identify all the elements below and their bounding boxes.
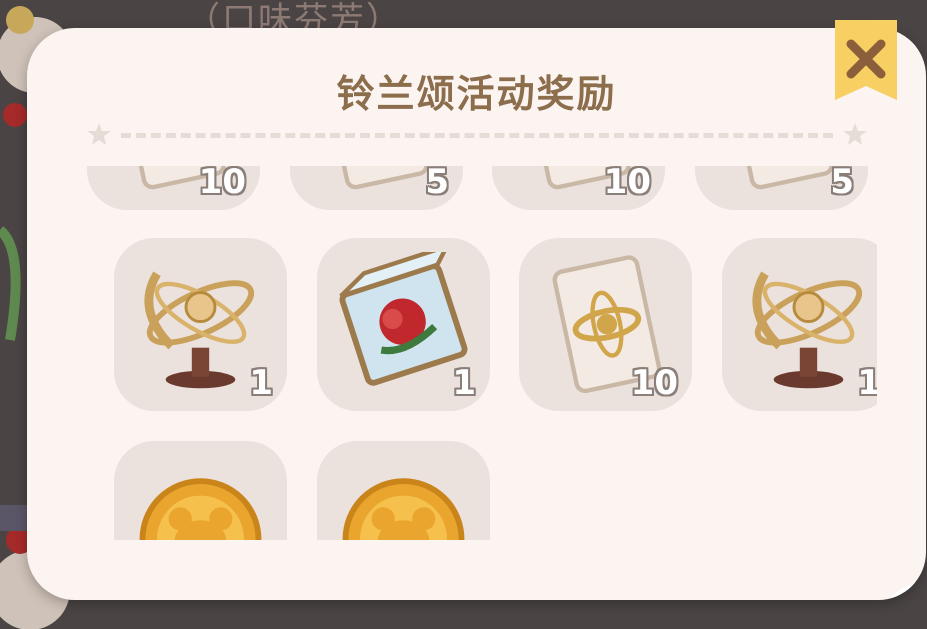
reward-count: 5 [830, 166, 854, 202]
reward-grid[interactable]: 10 5 10 5 1 1 10 1 [87, 166, 877, 540]
bear-coin-icon [139, 478, 262, 540]
reward-tile[interactable]: 10 [519, 238, 692, 411]
close-button[interactable] [835, 20, 897, 100]
star-icon [843, 123, 867, 145]
background-plant-icon [0, 226, 21, 341]
title-divider [87, 123, 867, 145]
star-icon [87, 123, 111, 145]
reward-tile[interactable] [114, 441, 287, 540]
reward-dialog: 铃兰颂活动奖励 10 5 10 5 1 1 10 1 [27, 28, 926, 600]
reward-tile[interactable]: 5 [290, 166, 463, 210]
reward-count: 1 [857, 363, 877, 403]
reward-tile[interactable]: 1 [722, 238, 877, 411]
reward-tile[interactable] [317, 441, 490, 540]
reward-tile[interactable]: 1 [317, 238, 490, 411]
dashed-line [121, 133, 833, 138]
reward-tile[interactable]: 1 [114, 238, 287, 411]
reward-count: 1 [249, 363, 273, 403]
background-bar [0, 505, 30, 531]
golden-orb-trophy-icon [752, 271, 863, 389]
reward-count: 1 [452, 363, 476, 403]
bear-coin-icon [342, 478, 465, 540]
reward-count: 10 [630, 363, 678, 403]
reward-count: 10 [603, 166, 651, 202]
page-curl-decoration [889, 575, 926, 600]
dialog-title: 铃兰颂活动奖励 [336, 72, 617, 116]
reward-count: 10 [198, 166, 246, 202]
reward-tile[interactable]: 5 [695, 166, 868, 210]
reward-count: 5 [425, 166, 449, 202]
reward-tile[interactable]: 10 [87, 166, 260, 210]
reward-tile[interactable]: 10 [492, 166, 665, 210]
